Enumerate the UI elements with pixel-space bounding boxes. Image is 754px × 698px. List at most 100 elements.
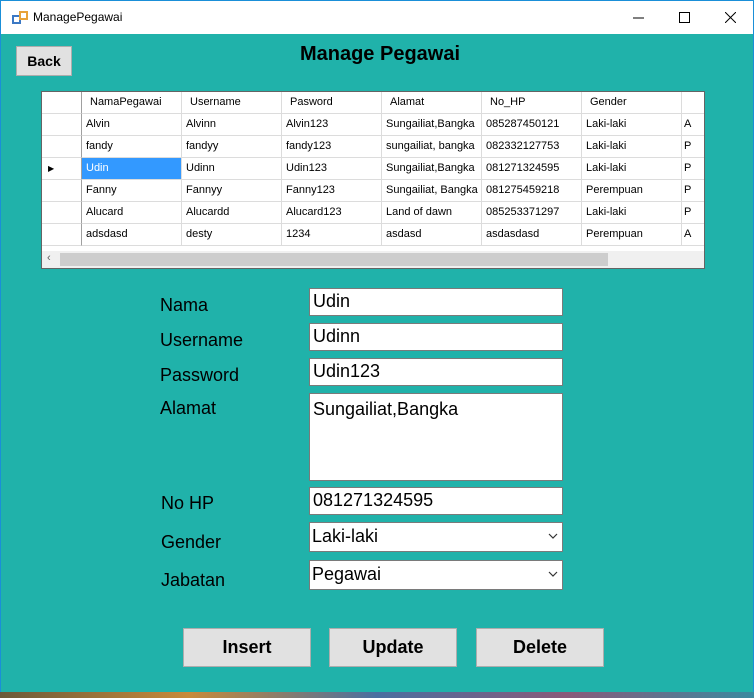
- table-cell[interactable]: fandyy: [182, 136, 282, 158]
- table-cell[interactable]: Laki-laki: [582, 158, 682, 180]
- maximize-button[interactable]: [661, 1, 707, 34]
- insert-button[interactable]: Insert: [183, 628, 311, 667]
- column-header[interactable]: Pasword: [282, 92, 382, 114]
- minimize-button[interactable]: [615, 1, 661, 34]
- table-cell[interactable]: adsdasd: [82, 224, 182, 246]
- title-bar: ManagePegawai: [1, 1, 753, 34]
- table-cell[interactable]: asdasd: [382, 224, 482, 246]
- nohp-label: No HP: [161, 493, 215, 513]
- table-cell[interactable]: Udinn: [182, 158, 282, 180]
- table-cell[interactable]: Alucardd: [182, 202, 282, 224]
- close-button[interactable]: [707, 1, 753, 34]
- manage-pegawai-window: ManagePegawai Back Manage Pegawai NamaPe…: [0, 0, 754, 694]
- horizontal-scroll-thumb[interactable]: [60, 253, 608, 266]
- gender-select-value: Laki-laki: [312, 526, 379, 546]
- close-icon: [724, 12, 736, 23]
- row-header[interactable]: ▶: [42, 158, 82, 180]
- table-cell[interactable]: P: [682, 158, 704, 180]
- table-cell[interactable]: Fannyy: [182, 180, 282, 202]
- table-cell[interactable]: P: [682, 136, 704, 158]
- current-row-indicator-icon: ▶: [48, 164, 55, 173]
- table-cell[interactable]: Alucard123: [282, 202, 382, 224]
- nohp-input[interactable]: 081271324595: [309, 487, 563, 515]
- table-row[interactable]: Alucard Alucardd Alucard123 Land of dawn 085…: [42, 202, 704, 224]
- jabatan-select-value: Pegawai: [312, 564, 382, 584]
- table-cell[interactable]: asdasdasd: [482, 224, 582, 246]
- table-cell[interactable]: Alvin: [82, 114, 182, 136]
- horizontal-scrollbar[interactable]: ‹ ›: [42, 251, 704, 268]
- table-cell[interactable]: Perempuan: [582, 180, 682, 202]
- delete-button[interactable]: Delete: [476, 628, 604, 667]
- column-header[interactable]: NamaPegawai: [82, 92, 182, 114]
- column-header[interactable]: Username: [182, 92, 282, 114]
- column-header[interactable]: Alamat: [382, 92, 482, 114]
- table-row[interactable]: adsdasd desty 1234 asdasd asdasdasd Perempuan…: [42, 224, 704, 246]
- table-cell[interactable]: A: [682, 224, 704, 246]
- table-cell[interactable]: 085287450121: [482, 114, 582, 136]
- table-cell[interactable]: Fanny: [82, 180, 182, 202]
- gender-label: Gender: [161, 532, 222, 552]
- table-cell[interactable]: 081275459218: [482, 180, 582, 202]
- table-cell[interactable]: A: [682, 114, 704, 136]
- window-title: ManagePegawai: [33, 10, 123, 24]
- jabatan-select[interactable]: Pegawai: [309, 560, 563, 590]
- column-header[interactable]: [682, 92, 704, 114]
- chevron-down-icon[interactable]: [548, 531, 558, 541]
- table-cell[interactable]: P: [682, 180, 704, 202]
- table-row[interactable]: ▶ Udin Udinn Udin123 Sungailiat,Bangka 081271…: [42, 158, 704, 180]
- row-header[interactable]: [42, 180, 82, 202]
- jabatan-label: Jabatan: [161, 570, 226, 590]
- password-label: Password: [160, 365, 240, 385]
- minimize-icon: [632, 17, 644, 19]
- scroll-left-icon[interactable]: ‹: [47, 252, 51, 264]
- chevron-down-icon[interactable]: [548, 569, 558, 579]
- table-cell[interactable]: fandy123: [282, 136, 382, 158]
- table-cell[interactable]: Laki-laki: [582, 114, 682, 136]
- table-row[interactable]: fandy fandyy fandy123 sungailiat, bangka 082…: [42, 136, 704, 158]
- table-cell[interactable]: Sungailiat,Bangka: [382, 158, 482, 180]
- alamat-textarea[interactable]: Sungailiat,Bangka: [309, 393, 563, 481]
- row-header[interactable]: [42, 136, 82, 158]
- pegawai-data-grid[interactable]: NamaPegawai Username Pasword Alamat No_HP Gen…: [41, 91, 705, 269]
- table-cell[interactable]: Udin123: [282, 158, 382, 180]
- column-header[interactable]: No_HP: [482, 92, 582, 114]
- grid-header-row: NamaPegawai Username Pasword Alamat No_HP Gen…: [42, 92, 704, 114]
- back-button[interactable]: Back: [16, 46, 72, 76]
- table-cell[interactable]: Perempuan: [582, 224, 682, 246]
- nama-input[interactable]: Udin: [309, 288, 563, 316]
- table-cell[interactable]: 085253371297: [482, 202, 582, 224]
- table-cell[interactable]: sungailiat, bangka: [382, 136, 482, 158]
- table-cell[interactable]: Udin: [82, 158, 182, 180]
- table-cell[interactable]: desty: [182, 224, 282, 246]
- table-cell[interactable]: fandy: [82, 136, 182, 158]
- table-cell[interactable]: Laki-laki: [582, 202, 682, 224]
- desktop-background-strip: [0, 692, 754, 698]
- table-cell[interactable]: Sungailiat, Bangka: [382, 180, 482, 202]
- table-cell[interactable]: Land of dawn: [382, 202, 482, 224]
- maximize-icon: [678, 12, 690, 23]
- column-header[interactable]: Gender: [582, 92, 682, 114]
- table-cell[interactable]: P: [682, 202, 704, 224]
- table-cell[interactable]: Alucard: [82, 202, 182, 224]
- table-cell[interactable]: Alvinn: [182, 114, 282, 136]
- table-row[interactable]: Fanny Fannyy Fanny123 Sungailiat, Bangka 081…: [42, 180, 704, 202]
- username-input[interactable]: Udinn: [309, 323, 563, 351]
- app-icon: [12, 11, 28, 24]
- alamat-label: Alamat: [160, 398, 217, 418]
- row-header[interactable]: [42, 114, 82, 136]
- row-header[interactable]: [42, 224, 82, 246]
- password-input[interactable]: Udin123: [309, 358, 563, 386]
- username-label: Username: [160, 330, 244, 350]
- table-cell[interactable]: Alvin123: [282, 114, 382, 136]
- table-cell[interactable]: Fanny123: [282, 180, 382, 202]
- table-cell[interactable]: 1234: [282, 224, 382, 246]
- gender-select[interactable]: Laki-laki: [309, 522, 563, 552]
- table-cell[interactable]: Laki-laki: [582, 136, 682, 158]
- grid-corner-cell: [42, 92, 82, 114]
- table-cell[interactable]: 081271324595: [482, 158, 582, 180]
- update-button[interactable]: Update: [329, 628, 457, 667]
- table-cell[interactable]: 082332127753: [482, 136, 582, 158]
- table-cell[interactable]: Sungailiat,Bangka: [382, 114, 482, 136]
- table-row[interactable]: Alvin Alvinn Alvin123 Sungailiat,Bangka 0852…: [42, 114, 704, 136]
- row-header[interactable]: [42, 202, 82, 224]
